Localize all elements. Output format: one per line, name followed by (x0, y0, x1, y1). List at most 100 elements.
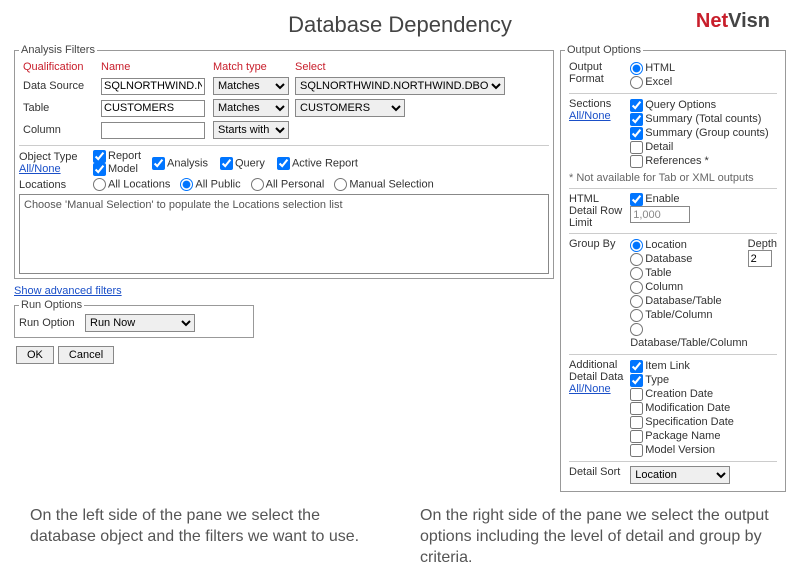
sections-allnone-link[interactable]: All/None (569, 110, 611, 122)
additional-allnone-link[interactable]: All/None (569, 383, 611, 395)
cb-references-label: References * (645, 155, 709, 167)
rb-gb-dbtable[interactable] (630, 295, 643, 308)
rb-all-public[interactable] (180, 178, 193, 191)
run-options-legend: Run Options (19, 299, 84, 311)
cb-specification-date[interactable] (630, 416, 643, 429)
datasource-select[interactable]: SQLNORTHWIND.NORTHWIND.DBO (295, 77, 505, 95)
hdr-select: Select (293, 60, 547, 74)
column-match-select[interactable]: Starts with (213, 121, 289, 139)
table-select[interactable]: CUSTOMERS (295, 99, 405, 117)
run-options-group: Run Options Run Option Run Now (14, 299, 254, 338)
table-name-input[interactable] (101, 100, 205, 117)
rb-html-label: HTML (645, 62, 675, 74)
rb-gb-location-label: Location (645, 239, 687, 251)
hdr-qualification: Qualification (21, 60, 97, 74)
cb-active-report[interactable] (277, 157, 290, 170)
rb-gb-column[interactable] (630, 281, 643, 294)
cb-summary-group[interactable] (630, 127, 643, 140)
additional-label2: Detail Data (569, 371, 623, 383)
datasource-match-select[interactable]: Matches (213, 77, 289, 95)
caption-left: On the left side of the pane we select t… (30, 506, 380, 568)
cb-specification-date-label: Specification Date (645, 416, 734, 428)
cb-item-link[interactable] (630, 360, 643, 373)
cancel-button[interactable]: Cancel (58, 346, 114, 364)
detail-sort-select[interactable]: Location (630, 466, 730, 484)
logo-net: Net (696, 10, 728, 32)
rb-gb-tablecol[interactable] (630, 309, 643, 322)
cb-modification-date[interactable] (630, 402, 643, 415)
cb-model[interactable] (93, 163, 106, 176)
rb-gb-dbtablecol-label: Database/Table/Column (630, 337, 747, 349)
column-name-input[interactable] (101, 122, 205, 139)
rb-gb-location[interactable] (630, 239, 643, 252)
locations-label: Locations (19, 179, 89, 191)
cb-detail[interactable] (630, 141, 643, 154)
rb-manual[interactable] (334, 178, 347, 191)
cb-creation-date-label: Creation Date (645, 388, 713, 400)
table-match-select[interactable]: Matches (213, 99, 289, 117)
cb-model-version[interactable] (630, 444, 643, 457)
rb-gb-column-label: Column (645, 281, 683, 293)
row-column-label: Column (21, 120, 97, 140)
cb-model-version-label: Model Version (645, 444, 715, 456)
cb-package-name-label: Package Name (645, 430, 720, 442)
cb-row-limit-enable[interactable] (630, 193, 643, 206)
row-limit-label: HTML Detail Row Limit (567, 192, 626, 230)
rb-excel[interactable] (630, 76, 643, 89)
rb-all-personal[interactable] (251, 178, 264, 191)
output-options-legend: Output Options (565, 44, 643, 56)
rb-gb-dbtable-label: Database/Table (645, 295, 721, 307)
cb-modification-date-label: Modification Date (645, 402, 730, 414)
page-title: Database Dependency (0, 0, 800, 44)
object-type-allnone-link[interactable]: All/None (19, 163, 61, 175)
datasource-name-input[interactable] (101, 78, 205, 95)
rb-html[interactable] (630, 62, 643, 75)
rb-gb-dbtablecol[interactable] (630, 323, 643, 336)
rb-manual-label: Manual Selection (349, 178, 433, 190)
cb-query-options[interactable] (630, 99, 643, 112)
group-by-label: Group By (567, 237, 626, 351)
cb-summary-group-label: Summary (Group counts) (645, 127, 768, 139)
cb-query-label: Query (235, 157, 265, 169)
rb-gb-database-label: Database (645, 253, 692, 265)
rb-gb-database[interactable] (630, 253, 643, 266)
hdr-match: Match type (211, 60, 291, 74)
logo-visn: Visn (728, 10, 770, 32)
rb-all-locations[interactable] (93, 178, 106, 191)
analysis-filters-group: Analysis Filters Qualification Name Matc… (14, 44, 554, 279)
cb-type-label: Type (645, 374, 669, 386)
rb-excel-label: Excel (645, 76, 672, 88)
cb-report-label: Report (108, 150, 141, 162)
cb-package-name[interactable] (630, 430, 643, 443)
run-option-select[interactable]: Run Now (85, 314, 195, 332)
rb-gb-table[interactable] (630, 267, 643, 280)
cb-references[interactable] (630, 155, 643, 168)
show-advanced-link[interactable]: Show advanced filters (14, 285, 122, 297)
row-datasource-label: Data Source (21, 76, 97, 96)
cb-query[interactable] (220, 157, 233, 170)
cb-analysis-label: Analysis (167, 157, 208, 169)
cb-creation-date[interactable] (630, 388, 643, 401)
caption-right: On the right side of the pane we select … (420, 506, 770, 568)
depth-input[interactable] (748, 250, 772, 267)
sections-label: Sections (569, 98, 611, 110)
analysis-filters-legend: Analysis Filters (19, 44, 97, 56)
rb-gb-tablecol-label: Table/Column (645, 309, 712, 321)
cb-report[interactable] (93, 150, 106, 163)
row-limit-input[interactable] (630, 206, 690, 223)
cb-model-label: Model (108, 163, 138, 175)
output-options-group: Output Options Output Format HTMLExcel S… (560, 44, 786, 492)
cb-analysis[interactable] (152, 157, 165, 170)
locations-list-box[interactable]: Choose 'Manual Selection' to populate th… (19, 194, 549, 274)
rb-all-personal-label: All Personal (266, 178, 325, 190)
sections-note: * Not available for Tab or XML outputs (567, 171, 779, 185)
row-table-label: Table (21, 98, 97, 118)
cb-item-link-label: Item Link (645, 360, 690, 372)
cb-type[interactable] (630, 374, 643, 387)
cb-summary-total[interactable] (630, 113, 643, 126)
ok-button[interactable]: OK (16, 346, 54, 364)
object-type-label: Object Type (19, 151, 78, 163)
cb-detail-label: Detail (645, 141, 673, 153)
cb-active-report-label: Active Report (292, 157, 358, 169)
rb-all-locations-label: All Locations (108, 178, 170, 190)
